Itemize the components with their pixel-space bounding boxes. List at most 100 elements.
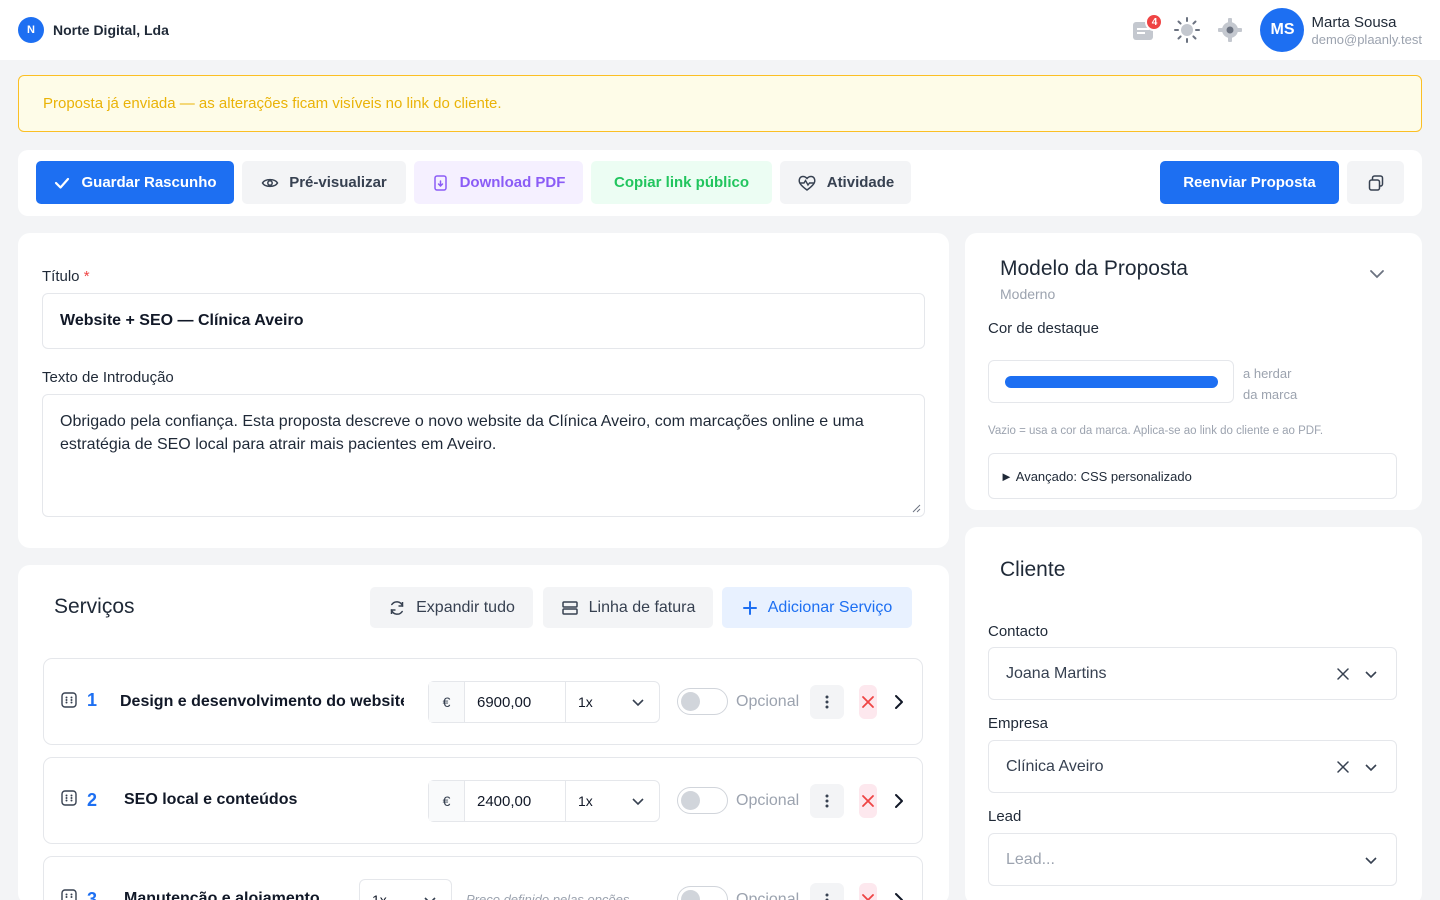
title-input-value: Website + SEO — Clínica Aveiro <box>60 312 304 329</box>
currency-symbol: € <box>429 781 465 821</box>
optional-toggle[interactable] <box>677 787 728 814</box>
download-pdf-button[interactable]: Download PDF <box>414 161 583 204</box>
company-select[interactable]: Clínica Aveiro <box>988 740 1397 793</box>
more-vertical-icon <box>825 794 829 808</box>
advanced-css-label: ► Avançado: CSS personalizado <box>1000 469 1192 484</box>
resize-handle-icon[interactable] <box>911 503 921 513</box>
duplicate-button[interactable] <box>1347 161 1404 204</box>
more-options-button[interactable] <box>810 784 844 818</box>
contact-select[interactable]: Joana Martins <box>988 647 1397 700</box>
service-row[interactable]: 1 Design e desenvolvimento do website € … <box>43 658 923 745</box>
user-avatar[interactable]: MS <box>1260 8 1305 52</box>
quantity-select[interactable]: 1x <box>566 781 659 821</box>
quantity-select[interactable]: 1x <box>359 879 452 900</box>
chevron-right-icon <box>895 695 903 709</box>
org-avatar: N <box>18 17 44 43</box>
add-service-label: Adicionar Serviço <box>767 598 893 616</box>
user-menu[interactable]: Marta Sousa demo@plaanly.test <box>1311 14 1422 47</box>
accent-color-picker[interactable] <box>988 360 1234 403</box>
service-title[interactable]: Manutenção e alojamento <box>124 890 344 900</box>
client-heading: Cliente <box>1000 558 1066 581</box>
price-input[interactable]: 2400,00 <box>465 781 566 821</box>
expand-row-button[interactable] <box>889 685 909 719</box>
notifications-button[interactable]: 4 <box>1129 13 1164 45</box>
sun-icon <box>1174 17 1201 43</box>
resend-proposal-button[interactable]: Reenviar Proposta <box>1160 161 1339 204</box>
accent-color-label: Cor de destaque <box>988 320 1099 337</box>
invoice-line-label: Linha de fatura <box>588 598 696 616</box>
title-input[interactable]: Website + SEO — Clínica Aveiro <box>42 293 925 349</box>
chevron-down-icon <box>632 798 644 806</box>
drag-handle-icon[interactable] <box>61 692 77 708</box>
company-select-value: Clínica Aveiro <box>1006 758 1104 775</box>
optional-toggle[interactable] <box>677 688 728 715</box>
lead-select-placeholder: Lead... <box>1006 851 1055 868</box>
preview-button[interactable]: Pré-visualizar <box>242 161 406 204</box>
remove-service-button[interactable] <box>859 685 877 719</box>
remove-service-button[interactable] <box>859 784 877 818</box>
chevron-down-icon <box>424 897 436 900</box>
sent-warning-banner: Proposta já enviada — as alterações fica… <box>18 75 1422 132</box>
accent-color-hint: Vazio = usa a cor da marca. Aplica-se ao… <box>988 425 1324 437</box>
activity-label: Atividade <box>826 174 895 191</box>
contact-label: Contacto <box>988 623 1049 640</box>
inherit-brand-text: a herdar da marca <box>1243 363 1297 405</box>
template-name: Moderno <box>1000 286 1056 302</box>
currency-symbol: € <box>429 682 465 722</box>
preview-label: Pré-visualizar <box>289 174 387 191</box>
close-icon <box>862 894 874 900</box>
price-input[interactable]: 6900,00 <box>465 682 566 722</box>
theme-toggle-button[interactable] <box>1172 15 1202 45</box>
more-vertical-icon <box>825 893 829 900</box>
settings-button[interactable] <box>1215 15 1245 45</box>
organization-switcher[interactable]: N Norte Digital, Lda <box>18 17 169 43</box>
copy-public-link-button[interactable]: Copiar link público <box>591 161 772 204</box>
chevron-right-icon <box>895 794 903 808</box>
intro-textarea[interactable]: Obrigado pela confiança. Esta proposta d… <box>42 394 925 517</box>
chevron-down-icon <box>1365 764 1377 772</box>
more-vertical-icon <box>825 695 829 709</box>
proposal-toolbar: Guardar Rascunho Pré-visualizar Download… <box>18 150 1422 216</box>
chevron-right-icon <box>895 893 903 900</box>
notification-count-badge: 4 <box>1145 13 1164 31</box>
invoice-line-button[interactable]: Linha de fatura <box>543 587 713 628</box>
service-row[interactable]: 3 Manutenção e alojamento 1x Preço defin… <box>43 856 923 900</box>
quantity-value: 1x <box>372 892 387 900</box>
inherit-line-2: da marca <box>1243 387 1298 402</box>
drag-handle-icon[interactable] <box>61 790 77 806</box>
remove-service-button[interactable] <box>859 883 877 900</box>
add-service-button[interactable]: Adicionar Serviço <box>722 587 912 628</box>
company-label: Empresa <box>988 715 1049 732</box>
more-options-button[interactable] <box>810 685 844 719</box>
optional-label: Opcional <box>736 891 800 900</box>
optional-toggle[interactable] <box>677 886 728 900</box>
drag-handle-icon[interactable] <box>61 889 77 900</box>
services-card: Serviços Expandir tudo Linha de fatura A… <box>18 565 949 900</box>
service-title[interactable]: Design e desenvolvimento do website <box>120 693 404 711</box>
activity-button[interactable]: Atividade <box>780 161 911 204</box>
service-number: 2 <box>87 790 98 810</box>
expand-all-label: Expandir tudo <box>416 598 515 616</box>
expand-row-button[interactable] <box>889 883 909 900</box>
quantity-select[interactable]: 1x <box>566 682 659 722</box>
clear-icon[interactable] <box>1337 761 1349 773</box>
service-title[interactable]: SEO local e conteúdos <box>124 791 404 809</box>
required-marker: * <box>83 268 90 285</box>
clear-icon[interactable] <box>1337 668 1349 680</box>
contact-select-value: Joana Martins <box>1006 665 1107 682</box>
chevron-down-icon <box>1365 671 1377 679</box>
service-row[interactable]: 2 SEO local e conteúdos € 2400,00 1x Opc… <box>43 757 923 844</box>
price-input-group: € 6900,00 1x <box>428 681 660 723</box>
expand-row-button[interactable] <box>889 784 909 818</box>
banner-text: Proposta já enviada — as alterações fica… <box>43 95 502 112</box>
close-icon <box>862 696 874 708</box>
download-pdf-label: Download PDF <box>459 174 566 191</box>
more-options-button[interactable] <box>810 883 844 900</box>
lead-select[interactable]: Lead... <box>988 833 1397 886</box>
plus-icon <box>742 600 757 615</box>
collapse-chevron-icon[interactable] <box>1368 265 1386 283</box>
expand-all-button[interactable]: Expandir tudo <box>370 587 533 628</box>
quantity-value: 1x <box>578 793 593 809</box>
advanced-css-toggle[interactable]: ► Avançado: CSS personalizado <box>988 453 1397 499</box>
save-draft-button[interactable]: Guardar Rascunho <box>36 161 234 204</box>
